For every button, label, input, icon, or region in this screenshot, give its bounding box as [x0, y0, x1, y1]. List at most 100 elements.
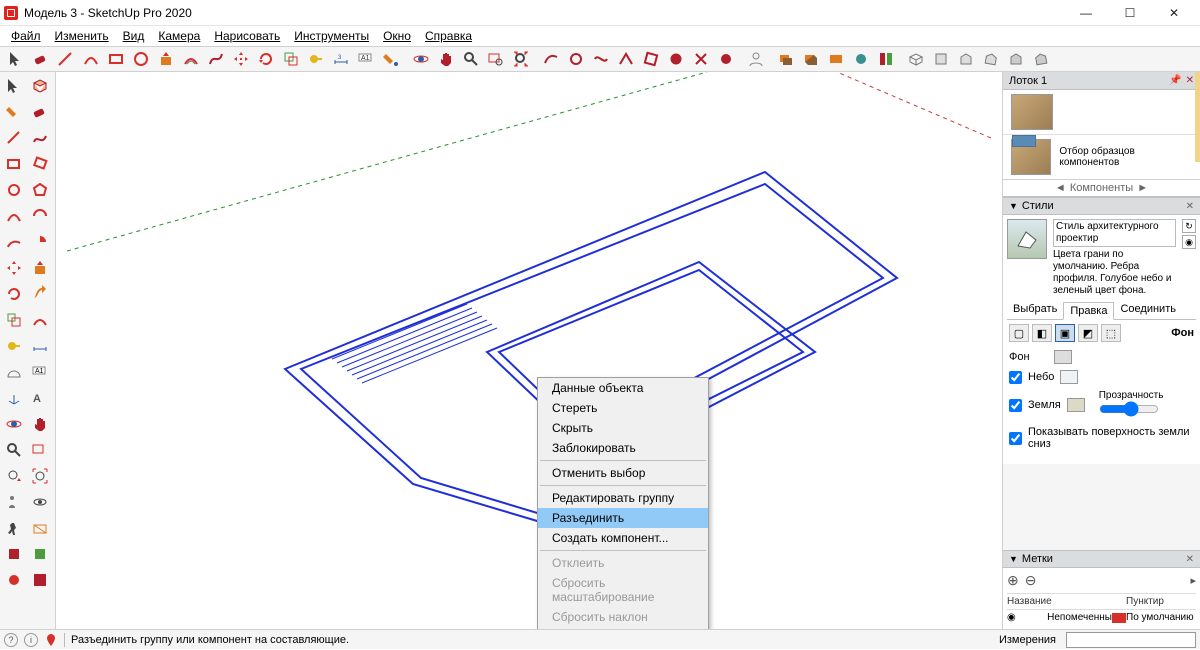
zoom-extents-icon[interactable]	[28, 464, 52, 488]
rectangle-icon[interactable]	[2, 152, 26, 176]
move-icon[interactable]	[229, 48, 253, 70]
followme-icon[interactable]	[28, 282, 52, 306]
component-icon[interactable]	[28, 74, 52, 98]
menu-window[interactable]: Окно	[376, 29, 418, 43]
protractor-icon[interactable]	[2, 360, 26, 384]
rotate-icon[interactable]	[254, 48, 278, 70]
edge-style-icon[interactable]: ▢	[1009, 324, 1029, 342]
measurements-input[interactable]	[1066, 632, 1196, 648]
select-tool-icon[interactable]	[4, 48, 28, 70]
plugin-icon[interactable]	[714, 48, 738, 70]
view-right-icon[interactable]	[979, 48, 1003, 70]
bg-color-swatch[interactable]	[1054, 350, 1072, 364]
move-icon[interactable]	[2, 256, 26, 280]
dimension-icon[interactable]: 3	[329, 48, 353, 70]
line-icon[interactable]	[2, 126, 26, 150]
style-new-icon[interactable]: ◉	[1182, 235, 1196, 249]
style-name-field[interactable]: Стиль архитектурного проектир	[1053, 219, 1176, 247]
plugin-icon[interactable]	[539, 48, 563, 70]
toggle-icon[interactable]	[874, 48, 898, 70]
eraser-icon[interactable]	[28, 100, 52, 124]
rectangle-icon[interactable]	[104, 48, 128, 70]
tag-color-swatch[interactable]	[1112, 613, 1126, 623]
component-folder-icon[interactable]	[1011, 139, 1051, 175]
panel-close-icon[interactable]: ✕	[1186, 554, 1194, 565]
arc-icon[interactable]	[2, 204, 26, 228]
face-style-icon[interactable]: ◧	[1032, 324, 1052, 342]
nav-next-icon[interactable]: ►	[1137, 182, 1148, 194]
style-update-icon[interactable]: ↻	[1182, 219, 1196, 233]
ctx-hide[interactable]: Скрыть	[538, 418, 708, 438]
zoom-prev-icon[interactable]	[2, 464, 26, 488]
close-button[interactable]: ✕	[1152, 0, 1196, 26]
plugin-icon[interactable]	[564, 48, 588, 70]
zoom-window-icon[interactable]	[484, 48, 508, 70]
ctx-entity-info[interactable]: Данные объекта	[538, 378, 708, 398]
view-top-icon[interactable]	[929, 48, 953, 70]
tab-edit[interactable]: Правка	[1063, 302, 1114, 320]
pushpull-icon[interactable]	[154, 48, 178, 70]
view-front-icon[interactable]	[954, 48, 978, 70]
menu-help[interactable]: Справка	[418, 29, 479, 43]
scale-icon[interactable]	[279, 48, 303, 70]
tag-dash[interactable]: По умолчанию	[1126, 612, 1196, 623]
nav-prev-icon[interactable]: ◄	[1055, 182, 1066, 194]
tape-icon[interactable]	[2, 334, 26, 358]
shadow-icon[interactable]	[849, 48, 873, 70]
col-name[interactable]: Название	[1007, 596, 1112, 607]
col-dash[interactable]: Пунктир	[1126, 596, 1196, 607]
pie-icon[interactable]	[28, 230, 52, 254]
tab-mix[interactable]: Соединить	[1114, 301, 1182, 319]
component-thumb-icon[interactable]	[1011, 94, 1053, 130]
menu-view[interactable]: Вид	[116, 29, 152, 43]
scale-icon[interactable]	[2, 308, 26, 332]
ground-checkbox[interactable]	[1009, 399, 1022, 412]
line-icon[interactable]	[54, 48, 78, 70]
view-left-icon[interactable]	[1029, 48, 1053, 70]
zoom-window-icon[interactable]	[28, 438, 52, 462]
styles-panel-header[interactable]: ▼ Стили ✕	[1003, 197, 1200, 215]
text-icon[interactable]: A1	[354, 48, 378, 70]
position-camera-icon[interactable]	[2, 490, 26, 514]
arc3-icon[interactable]	[2, 230, 26, 254]
ctx-edit-group[interactable]: Редактировать группу	[538, 488, 708, 508]
ctx-lock[interactable]: Заблокировать	[538, 438, 708, 458]
zoom-icon[interactable]	[2, 438, 26, 462]
maximize-button[interactable]: ☐	[1108, 0, 1152, 26]
select-icon[interactable]	[2, 74, 26, 98]
ground-color-swatch[interactable]	[1067, 398, 1085, 412]
shadow-icon[interactable]	[799, 48, 823, 70]
minimize-button[interactable]: —	[1064, 0, 1108, 26]
ext-icon[interactable]	[28, 542, 52, 566]
watermark-icon[interactable]: ◩	[1078, 324, 1098, 342]
info-icon[interactable]: i	[24, 633, 38, 647]
3dtext-icon[interactable]: A	[28, 386, 52, 410]
orbit-icon[interactable]	[2, 412, 26, 436]
zoom-extents-icon[interactable]	[509, 48, 533, 70]
tape-icon[interactable]	[304, 48, 328, 70]
ext-icon[interactable]	[2, 542, 26, 566]
ctx-erase[interactable]: Стереть	[538, 398, 708, 418]
offset-icon[interactable]	[179, 48, 203, 70]
menu-edit[interactable]: Изменить	[48, 29, 116, 43]
pan-icon[interactable]	[28, 412, 52, 436]
modeling-icon[interactable]: ⬚	[1101, 324, 1121, 342]
plugin-icon[interactable]	[639, 48, 663, 70]
ctx-deselect[interactable]: Отменить выбор	[538, 463, 708, 483]
eraser-icon[interactable]	[29, 48, 53, 70]
tray-pin-icon[interactable]: 📌	[1169, 75, 1181, 86]
plugin-icon[interactable]	[614, 48, 638, 70]
bg-style-icon[interactable]: ▣	[1055, 324, 1075, 342]
menu-file[interactable]: Файл	[4, 29, 48, 43]
text-icon[interactable]: A1	[28, 360, 52, 384]
walk-icon[interactable]	[2, 516, 26, 540]
ext-icon[interactable]	[28, 568, 52, 592]
sky-checkbox[interactable]	[1009, 371, 1022, 384]
help-icon[interactable]: ?	[4, 633, 18, 647]
shadow-icon[interactable]	[774, 48, 798, 70]
ext-icon[interactable]	[2, 568, 26, 592]
curve-tool-icon[interactable]	[204, 48, 228, 70]
pushpull-icon[interactable]	[28, 256, 52, 280]
ctx-make-component[interactable]: Создать компонент...	[538, 528, 708, 548]
style-thumb-icon[interactable]	[1007, 219, 1047, 259]
